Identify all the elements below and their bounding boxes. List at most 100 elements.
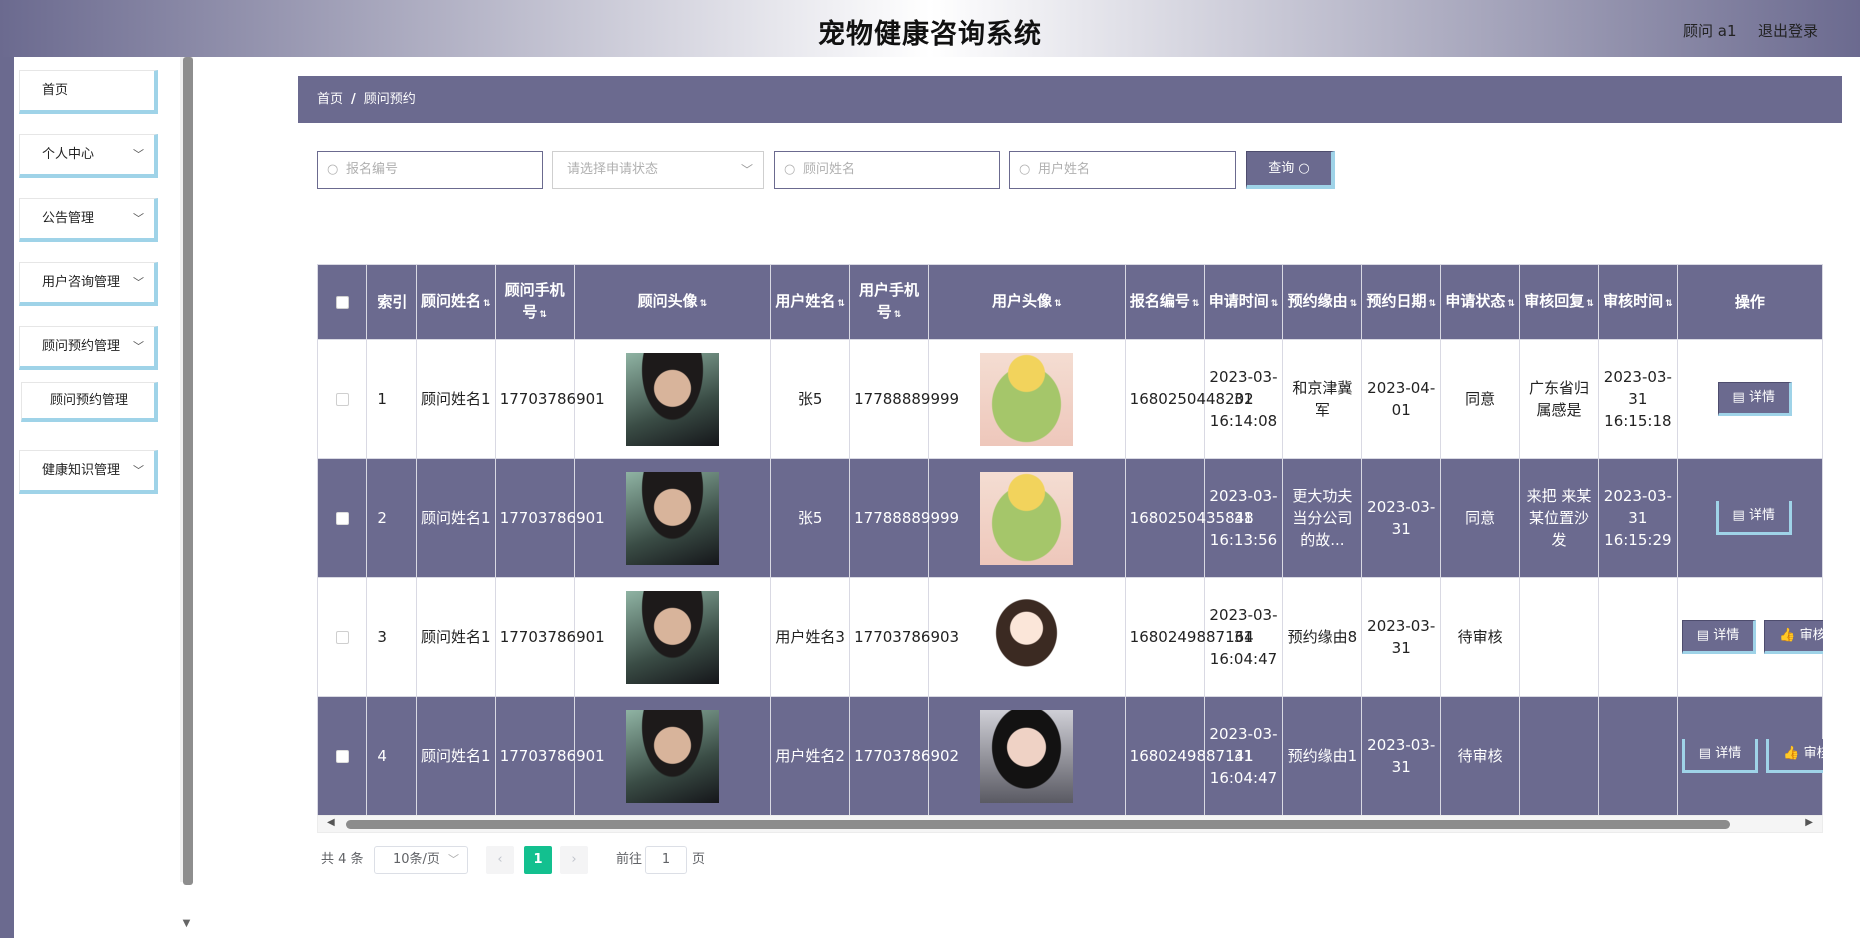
sort-icon[interactable]: ⇅	[1350, 299, 1358, 309]
user-avatar-image[interactable]	[980, 352, 1074, 446]
column-header-user-phone[interactable]: 用户手机号 ⇅	[849, 264, 929, 340]
user-avatar-image[interactable]	[980, 471, 1074, 565]
column-header-guwen-avatar[interactable]: 顾问头像 ⇅	[573, 264, 772, 340]
sort-icon[interactable]: ⇅	[483, 299, 491, 309]
cell-actions: ▤ 详情👍 审核	[1676, 696, 1823, 815]
guwen-name-search-input[interactable]: ○ 顾问姓名	[774, 151, 1000, 189]
app-title: 宠物健康咨询系统	[818, 19, 1042, 50]
breadcrumb-current: 顾问预约	[363, 92, 416, 107]
cell-status: 待审核	[1440, 577, 1521, 697]
table-horizontal-scrollbar[interactable]: ◀ ▶	[317, 815, 1823, 833]
logout-link[interactable]: 退出登录	[1758, 20, 1818, 41]
cell-actions: ▤ 详情	[1676, 458, 1823, 578]
sort-icon[interactable]: ⇅	[1192, 299, 1200, 309]
cell-review-time: 2023-03-31 16:15:29	[1597, 458, 1678, 578]
sort-icon[interactable]: ⇅	[539, 310, 547, 320]
column-header-date[interactable]: 预约日期 ⇅	[1361, 264, 1442, 340]
scroll-right-arrow-icon[interactable]: ▶	[1805, 817, 1813, 828]
row-checkbox-cell	[317, 696, 368, 815]
sidebar-item-appointment-management[interactable]: 顾问预约管理 ﹀	[19, 326, 158, 370]
sidebar-item-health-knowledge[interactable]: 健康知识管理 ﹀	[19, 450, 158, 494]
detail-button[interactable]: ▤ 详情	[1681, 620, 1757, 654]
row-checkbox[interactable]	[335, 631, 349, 644]
column-header-reason[interactable]: 预约缘由 ⇅	[1282, 264, 1363, 340]
scroll-left-arrow-icon[interactable]: ◀	[327, 817, 335, 828]
document-icon: ▤	[1732, 390, 1745, 405]
cell-index: 4	[366, 696, 417, 815]
column-header-guwen-name[interactable]: 顾问姓名 ⇅	[415, 264, 496, 340]
column-header-guwen-phone[interactable]: 顾问手机号 ⇅	[494, 264, 575, 340]
prev-page-button[interactable]: ‹	[486, 846, 514, 874]
app-header: 宠物健康咨询系统 顾问 a1 退出登录	[0, 0, 1860, 57]
select-all-checkbox[interactable]	[335, 296, 349, 309]
breadcrumb-home[interactable]: 首页	[317, 92, 343, 107]
guwen-avatar-image[interactable]	[625, 352, 719, 446]
sort-icon[interactable]: ⇅	[1586, 299, 1594, 309]
guwen-avatar-image[interactable]	[625, 590, 719, 684]
guwen-avatar-image[interactable]	[625, 471, 719, 565]
sidebar-item-user-consult[interactable]: 用户咨询管理 ﹀	[19, 262, 158, 306]
row-checkbox[interactable]	[335, 750, 349, 763]
scroll-down-arrow-icon[interactable]: ▼	[180, 918, 193, 929]
column-header-reply[interactable]: 审核回复 ⇅	[1519, 264, 1599, 340]
detail-button[interactable]: ▤ 详情	[1681, 739, 1759, 773]
user-avatar-image[interactable]	[980, 590, 1074, 684]
row-checkbox[interactable]	[335, 393, 349, 406]
review-button[interactable]: 👍 审核	[1766, 739, 1823, 773]
status-select[interactable]: 请选择申请状态 ﹀	[552, 151, 764, 189]
cell-user-name: 用户姓名3	[770, 577, 851, 697]
sort-icon[interactable]: ⇅	[1665, 299, 1673, 309]
column-header-user-avatar[interactable]: 用户头像 ⇅	[928, 264, 1126, 340]
column-header-baoming[interactable]: 报名编号 ⇅	[1124, 264, 1205, 340]
cell-guwen-name: 顾问姓名1	[415, 339, 496, 459]
sidebar-item-label: 顾问预约管理	[42, 339, 121, 354]
cell-date: 2023-03-31	[1361, 577, 1442, 697]
pagination-total: 共 4 条	[321, 852, 364, 867]
row-checkbox[interactable]	[335, 512, 349, 525]
sidebar-scrollbar-thumb[interactable]	[183, 57, 193, 885]
sidebar-item-label: 首页	[42, 83, 69, 98]
cell-user-phone: 17788889999	[849, 458, 959, 578]
sort-icon[interactable]: ⇅	[1054, 299, 1062, 309]
cell-index: 3	[366, 577, 417, 697]
sort-icon[interactable]: ⇅	[1271, 299, 1279, 309]
sort-icon[interactable]: ⇅	[1507, 299, 1515, 309]
column-header-apply-time[interactable]: 申请时间 ⇅	[1203, 264, 1284, 340]
user-name-search-input[interactable]: ○ 用户姓名	[1009, 151, 1236, 189]
cell-review-time	[1597, 696, 1678, 815]
cell-user-phone: 17703786902	[849, 696, 959, 815]
goto-label: 前往	[616, 852, 643, 867]
user-avatar-image[interactable]	[980, 709, 1074, 803]
guwen-avatar-image[interactable]	[625, 709, 719, 803]
cell-baoming: 1680249887141	[1124, 696, 1254, 815]
horizontal-scrollbar-thumb[interactable]	[346, 820, 1730, 829]
column-header-status[interactable]: 申请状态 ⇅	[1440, 264, 1521, 340]
column-header-user-name[interactable]: 用户姓名 ⇅	[770, 264, 851, 340]
sort-icon[interactable]: ⇅	[837, 299, 845, 309]
query-button[interactable]: 查询 ○	[1246, 151, 1335, 189]
table-row: 1 顾问姓名1 17703786901 张5 17788889999 16802…	[317, 339, 1823, 459]
page-number-current[interactable]: 1	[524, 846, 552, 874]
cell-review-time	[1597, 577, 1678, 697]
next-page-button[interactable]: ›	[560, 846, 588, 874]
page-size-select[interactable]: 10条/页 ﹀	[374, 846, 468, 874]
detail-button[interactable]: ▤ 详情	[1715, 501, 1792, 535]
sort-icon[interactable]: ⇅	[700, 299, 708, 309]
select-all-cell	[317, 264, 368, 340]
column-header-actions: 操作	[1676, 264, 1823, 340]
sort-icon[interactable]: ⇅	[1428, 299, 1436, 309]
sidebar-item-home[interactable]: 首页	[19, 70, 158, 114]
goto-page-input[interactable]: 1	[645, 846, 687, 874]
sort-icon[interactable]: ⇅	[894, 310, 902, 320]
thumb-up-icon: 👍	[1783, 746, 1800, 761]
chevron-down-icon: ﹀	[133, 276, 144, 289]
sidebar-item-notice-management[interactable]: 公告管理 ﹀	[19, 198, 158, 242]
sidebar-item-personal-center[interactable]: 个人中心 ﹀	[19, 134, 158, 178]
sidebar-subitem-appointment-management[interactable]: 顾问预约管理	[21, 382, 158, 422]
row-checkbox-cell	[317, 458, 368, 578]
review-button[interactable]: 👍 审核	[1764, 620, 1823, 654]
detail-button[interactable]: ▤ 详情	[1717, 382, 1792, 416]
cell-guwen-phone: 17703786901	[494, 577, 605, 697]
column-header-review-time[interactable]: 审核时间 ⇅	[1597, 264, 1678, 340]
baoming-search-input[interactable]: ○ 报名编号	[317, 151, 543, 189]
